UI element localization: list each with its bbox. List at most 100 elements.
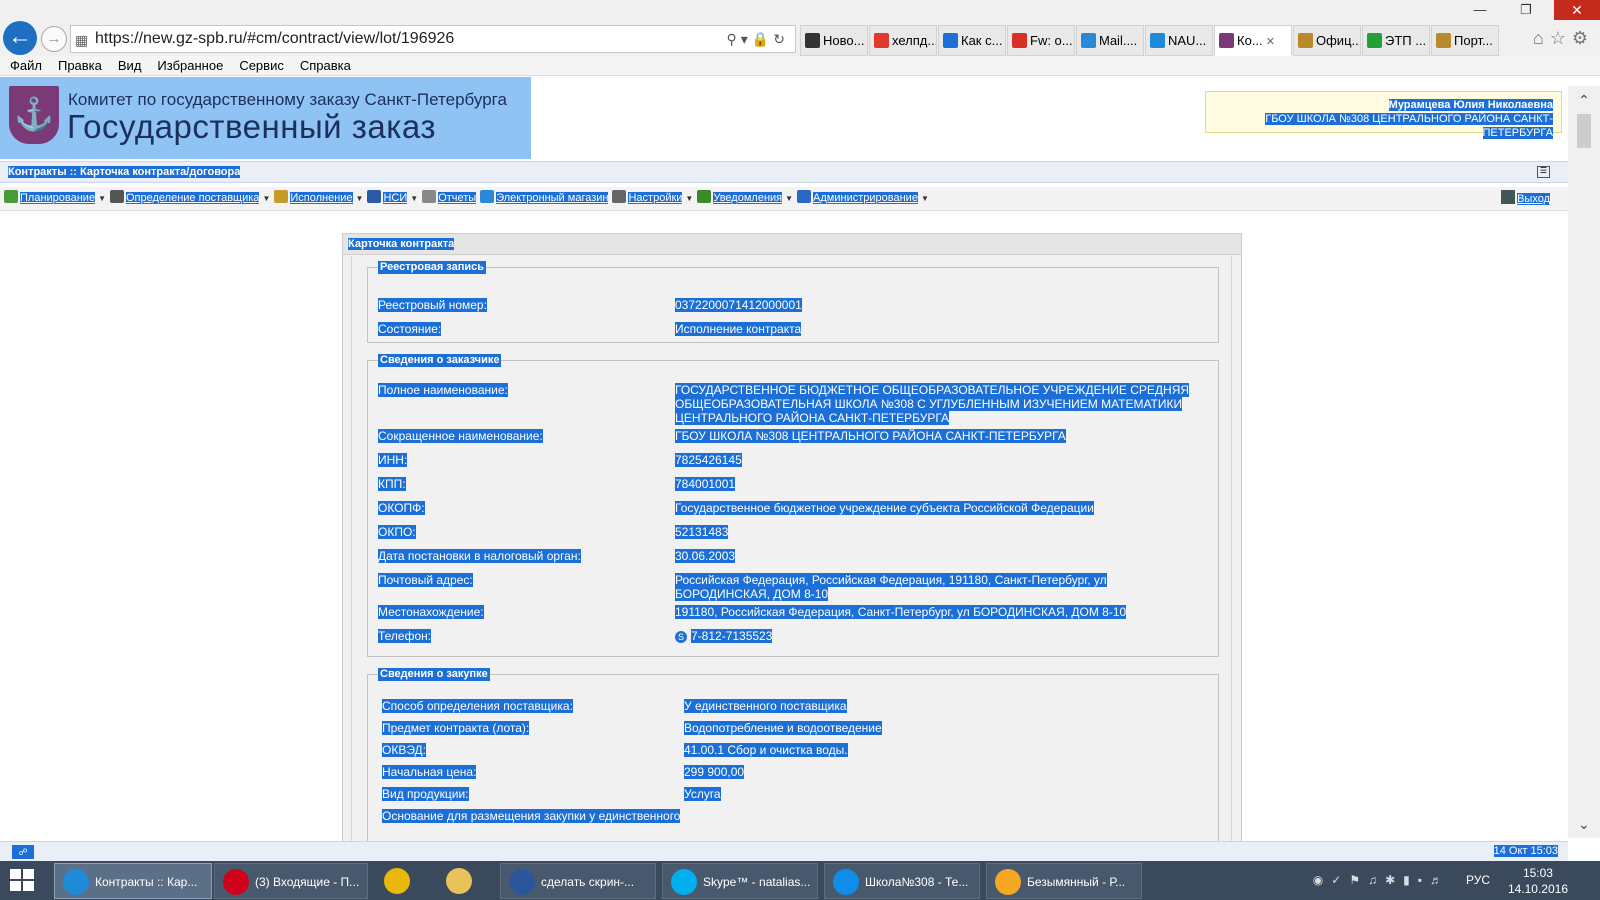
restore-icon[interactable]: ❐ [1506,0,1546,20]
home-star-gear-icons[interactable]: ⌂☆⚙ [1533,28,1594,49]
field-value: 784001001 [675,477,736,491]
document-icon [805,33,820,48]
close-window-icon[interactable]: ✕ [1554,0,1600,20]
page-titlebar: Контракты :: Карточка контракта/договора… [0,161,1568,183]
page-scrollbar[interactable]: ⌃ ⌄ [1568,86,1600,838]
scroll-up-icon[interactable]: ⌃ [1568,90,1600,110]
exit-label[interactable]: Выход [1517,193,1550,205]
menu-favorites[interactable]: Избранное [149,56,231,75]
browser-tab[interactable]: Ко... ✕ [1214,25,1292,56]
toolbar-menu-item[interactable]: Администрирование ▼ [793,190,929,207]
ie-icon [63,869,89,895]
browser-tab[interactable]: ЭТП ... [1362,25,1430,56]
taskbar-item[interactable] [438,863,498,899]
field-value-wrap: 0372200071412000001 [675,298,1195,312]
field-value-wrap: Водопотребление и водоотведение [684,721,1204,735]
field-value-wrap: 299 900,00 [684,765,1204,779]
dropdown-caret-icon[interactable]: ▼ [410,194,418,203]
dropdown-caret-icon[interactable]: ▼ [98,194,106,203]
skype-call-icon[interactable]: S [675,631,687,643]
toolbar-menu-item[interactable]: Электронный магазин [476,190,609,206]
field-label: Полное наименование: [378,383,508,397]
close-tab-icon[interactable]: ✕ [1263,36,1275,48]
taskbar-item[interactable]: (3) Входящие - П... [214,863,368,899]
scroll-thumb[interactable] [1577,114,1591,148]
toolbar-menu-item[interactable]: НСИ ▼ [363,190,418,207]
dropdown-caret-icon[interactable]: ▼ [262,194,270,203]
menu-help[interactable]: Справка [292,56,359,75]
toolbar-menu-label[interactable]: НСИ [383,192,408,204]
browser-tab-label: Ко... [1237,33,1263,48]
scroll-down-icon[interactable]: ⌄ [1568,814,1600,834]
collapse-icon[interactable]: ☰ [1537,166,1550,178]
taskbar-item[interactable]: Skype™ - natalias... [662,863,818,899]
dropdown-caret-icon[interactable]: ▼ [921,194,929,203]
back-arrow-icon[interactable]: ← [3,21,37,55]
exit-button[interactable]: Выход [1501,190,1550,207]
field-value-wrap: Услуга [684,787,1204,801]
browser-tab[interactable]: Порт... [1431,25,1499,56]
registry-legend: Реестровая запись [378,261,487,274]
dropdown-caret-icon[interactable]: ▼ [785,194,793,203]
field-value: 0372200071412000001 [675,298,802,312]
dropdown-caret-icon[interactable]: ▼ [356,194,364,203]
browser-tab[interactable]: Офиц... [1293,25,1361,56]
browser-tab[interactable]: хелпд... [869,25,937,56]
sberbank-icon [1367,33,1382,48]
field-label: Вид продукции: [382,787,469,801]
field-value-wrap: ГБОУ ШКОЛА №308 ЦЕНТРАЛЬНОГО РАЙОНА САНК… [675,429,1195,443]
dropdown-caret-icon[interactable]: ▼ [685,194,693,203]
menu-view[interactable]: Вид [110,56,150,75]
toolbar-menu-label[interactable]: Администрирование [813,192,918,204]
url-text[interactable]: https://new.gz-spb.ru/#cm/contract/view/… [95,30,454,47]
field-value: Водопотребление и водоотведение [684,721,882,735]
toolbar-menu-label[interactable]: Электронный магазин [496,192,609,204]
taskbar-item[interactable]: Контракты :: Кар... [54,863,212,899]
minimize-icon[interactable]: — [1460,0,1500,20]
field-value: У единственного поставщика [684,699,847,713]
browser-tab[interactable]: Как с... [938,25,1006,56]
toolbar-menu-label[interactable]: Планирование [20,192,96,204]
menu-tools[interactable]: Сервис [231,56,292,75]
taskbar-item[interactable]: Безымянный - Р... [986,863,1142,899]
user-info: Мурамцева Юлия Николаевна ГБОУ ШКОЛА №30… [1205,91,1562,139]
user-icon [797,190,812,203]
toolbar-menu-item[interactable]: Планирование ▼ [0,190,106,207]
user-name[interactable]: Мурамцева Юлия Николаевна [1388,99,1553,111]
browser-tab[interactable]: Fw: о... [1007,25,1075,56]
toolbar-menu-label[interactable]: Определение поставщика [126,192,260,204]
menu-edit[interactable]: Правка [50,56,110,75]
ie-icon [1150,33,1165,48]
taskbar-item[interactable] [376,863,436,899]
toolbar-menu-label[interactable]: Отчеты [438,192,477,204]
windows-start-icon[interactable] [10,869,36,893]
toolbar-menu-label[interactable]: Настройки [628,192,683,204]
taskbar-item[interactable]: Школа№308 - Те... [824,863,980,899]
forward-arrow-icon[interactable]: → [41,26,67,52]
toolbar-menu-item[interactable]: Определение поставщика ▼ [106,190,270,207]
tray-icons[interactable]: ◉✓⚑♫✱▮▪♬ [1313,873,1450,887]
menu-file[interactable]: Файл [0,56,50,75]
tab-strip: Ново... хелпд... Как с... Fw: о... Mail.... N… [800,25,1500,56]
toolbar-menu-label[interactable]: Уведомления [713,192,783,204]
browser-tab[interactable]: Mail.... [1076,25,1144,56]
browser-tab[interactable]: Ново... [800,25,868,56]
address-bar[interactable]: ▦ https://new.gz-spb.ru/#cm/contract/vie… [70,25,796,53]
clock[interactable]: 15:03 14.10.2016 [1508,865,1568,897]
status-datetime: 14 Окт 15:03 [1493,845,1558,857]
browser-tab-label: Fw: о... [1030,33,1073,48]
browser-tab[interactable]: NAU... [1145,25,1213,56]
toolbar-menu-item[interactable]: Отчеты [418,190,477,206]
toolbar-menu-item[interactable]: Настройки ▼ [608,190,693,207]
field-label: Сокращенное наименование: [378,429,543,443]
toolbar-menu-item[interactable]: Исполнение ▼ [270,190,363,207]
field-label: ОКВЭД: [382,743,427,757]
address-tools-icons[interactable]: ⚲▾🔒↻ [727,26,789,52]
taskbar-item[interactable]: сделать скрин-... [500,863,656,899]
language-indicator[interactable]: РУС [1466,873,1490,887]
toolbar-menu-item[interactable]: Уведомления ▼ [693,190,793,207]
toolbar-menu-label[interactable]: Исполнение [290,192,353,204]
taskbar-item-label: (3) Входящие - П... [255,875,360,889]
browser-tab-label: хелпд... [892,33,937,48]
page-content: ⚓ Комитет по государственному заказу Сан… [0,77,1568,841]
